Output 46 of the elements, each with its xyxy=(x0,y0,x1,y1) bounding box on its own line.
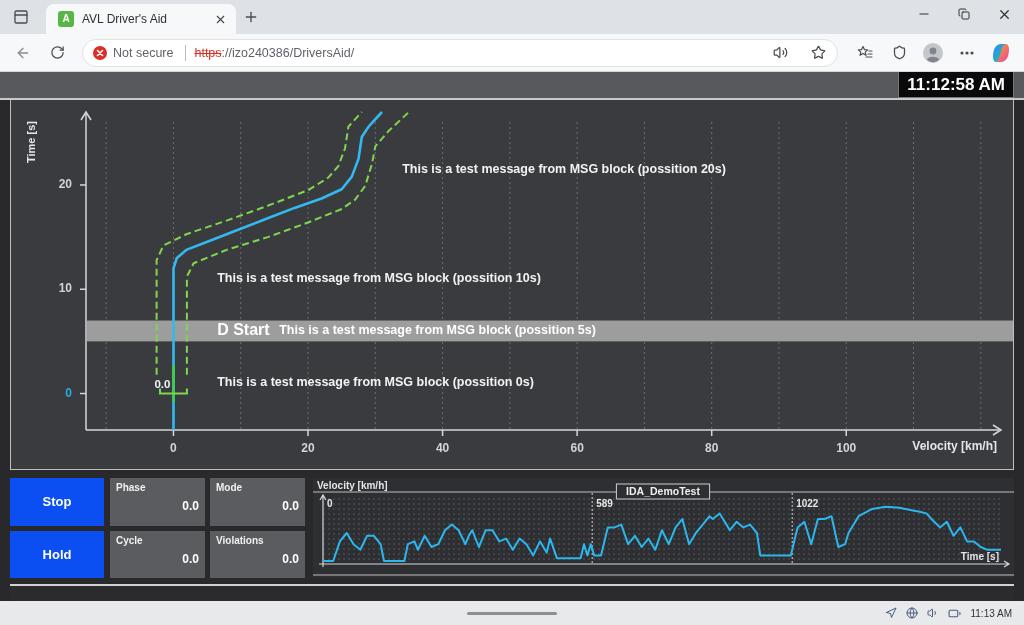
star-icon xyxy=(810,45,826,60)
chart-title: IDA_DemoTest xyxy=(615,483,711,500)
window-icon xyxy=(13,9,29,25)
stat-label: Mode xyxy=(216,482,243,493)
shield-icon xyxy=(891,45,907,60)
action-button[interactable]: Stop xyxy=(10,478,104,526)
marker-label: 1022 xyxy=(796,498,819,509)
speaker-icon xyxy=(772,45,788,60)
globe-icon[interactable] xyxy=(906,607,919,619)
action-button[interactable]: Hold xyxy=(10,530,104,578)
logo-icon[interactable] xyxy=(991,42,1011,63)
star-list-icon xyxy=(857,44,873,61)
x-tick-label: 0 xyxy=(170,441,177,455)
y-tick-label: 10 xyxy=(58,281,72,296)
marker-label: 589 xyxy=(596,498,613,509)
security-button[interactable]: Not secure xyxy=(89,43,178,62)
x-tick-label: 80 xyxy=(705,441,719,455)
stat-value: 0.0 xyxy=(282,551,299,566)
y-tick-label: 0 xyxy=(65,385,72,400)
stat-value: 0.0 xyxy=(182,499,199,513)
marker-label: 0 xyxy=(327,498,333,509)
x-tick-label: 20 xyxy=(301,441,315,455)
x-tick-label: 40 xyxy=(435,441,450,455)
clock: 11:12:58 AM xyxy=(898,72,1014,98)
stat-value: 0.0 xyxy=(282,499,299,513)
x-tick-label: 60 xyxy=(570,441,584,455)
stat-label: Violations xyxy=(216,534,264,546)
stat-label: Cycle xyxy=(116,534,143,546)
y-axis-title: Time [s] xyxy=(25,121,37,163)
stat-label: Phase xyxy=(116,482,146,493)
stat-value: 0.0 xyxy=(182,551,199,566)
y-tick-label: 20 xyxy=(58,177,72,192)
reload-icon xyxy=(49,45,65,60)
browser-tab[interactable]: A AVL Driver's Aid xyxy=(46,4,236,34)
taskbar-time: 11:13 AM xyxy=(970,607,1012,619)
y-axis-title: Velocity [km/h] xyxy=(317,480,388,491)
x-axis-title: Velocity [km/h] xyxy=(912,439,997,453)
more-icon xyxy=(960,50,974,55)
plus-icon xyxy=(243,9,259,25)
avatar-icon[interactable] xyxy=(923,42,943,63)
squares-icon xyxy=(958,8,970,20)
x-axis-title: Time [s] xyxy=(960,551,999,562)
address-bar[interactable]: Not secure https://izo240386/DriversAid/ xyxy=(82,38,838,67)
tab-favicon: A xyxy=(58,11,74,27)
x-tick-label: 100 xyxy=(836,441,857,455)
location-arrow-icon[interactable] xyxy=(885,607,898,619)
